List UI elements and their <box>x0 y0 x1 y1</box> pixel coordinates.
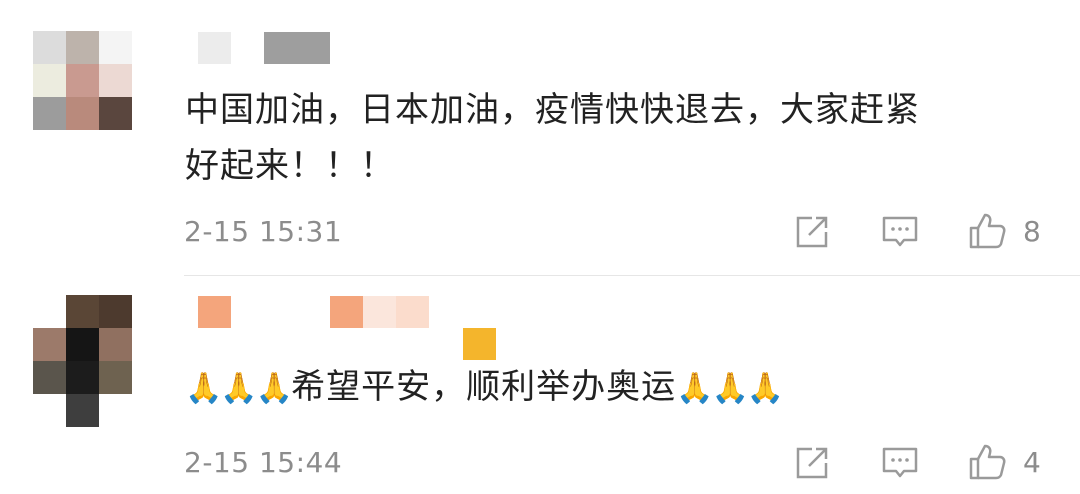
comment-text-line: 希望平安，顺利举办奥运 <box>291 367 677 407</box>
pray-emoji: 🙏 <box>185 371 222 406</box>
comment-item: 🙏🙏🙏希望平安，顺利举办奥运🙏🙏🙏 2-15 15:44 4 <box>0 276 1080 494</box>
like-count: 4 <box>1023 446 1041 479</box>
like-button[interactable] <box>967 211 1007 251</box>
reply-button[interactable] <box>880 212 920 252</box>
username-redacted[interactable] <box>0 0 1080 70</box>
share-button[interactable] <box>792 212 832 252</box>
comment-text: 中国加油，日本加油，疫情快快退去，大家赶紧 好起来！！！ <box>185 82 1045 194</box>
comment-icon <box>882 447 918 478</box>
pray-emoji: 🙏 <box>746 371 784 406</box>
comment-text-line: 中国加油，日本加油，疫情快快退去，大家赶紧 <box>185 90 920 130</box>
share-icon <box>796 447 828 479</box>
username-redacted[interactable] <box>0 276 1080 360</box>
pray-emoji: 🙏 <box>255 371 293 406</box>
comment-icon <box>882 216 918 247</box>
comment-text: 🙏🙏🙏希望平安，顺利举办奥运🙏🙏🙏 <box>185 359 1045 417</box>
reply-button[interactable] <box>880 443 920 483</box>
thumbs-up-icon <box>969 444 1006 480</box>
pray-emoji: 🙏 <box>220 371 257 406</box>
share-button[interactable] <box>792 443 832 483</box>
timestamp: 2-15 15:44 <box>184 446 343 479</box>
comment-text-line: 好起来！！！ <box>185 146 395 186</box>
pray-emoji: 🙏 <box>711 371 748 406</box>
comment-item: 中国加油，日本加油，疫情快快退去，大家赶紧 好起来！！！ 2-15 15:31 … <box>0 0 1080 276</box>
like-count: 8 <box>1023 215 1041 248</box>
timestamp: 2-15 15:31 <box>184 215 343 248</box>
like-button[interactable] <box>967 442 1007 482</box>
thumbs-up-icon <box>969 213 1006 249</box>
share-icon <box>796 216 828 248</box>
pray-emoji: 🙏 <box>676 371 713 406</box>
